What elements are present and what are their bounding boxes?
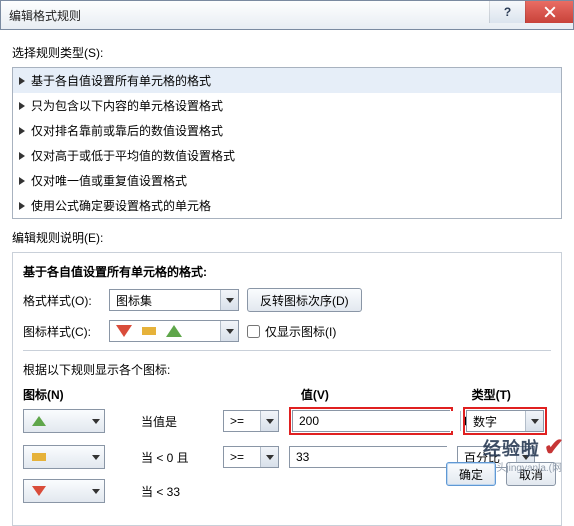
chevron-down-icon — [92, 419, 100, 424]
chevron-down-icon — [92, 489, 100, 494]
format-group-title: 基于各自值设置所有单元格的格式: — [23, 263, 551, 280]
chevron-down-icon — [260, 411, 278, 431]
value-input-wrap[interactable]: ↥ — [289, 446, 447, 468]
show-icon-only-input[interactable] — [247, 325, 260, 338]
type-combo[interactable]: 数字 — [466, 410, 544, 432]
triangle-icon — [19, 102, 25, 110]
iconset-preview — [110, 321, 220, 341]
help-button[interactable]: ? — [489, 1, 525, 23]
when-text: 当值是 — [141, 413, 213, 430]
rule-type-label: 选择规则类型(S): — [12, 44, 562, 61]
triangle-icon — [19, 202, 25, 210]
watermark: 经验啦 ✔ 头jingyanla.(网 — [483, 433, 564, 462]
show-icon-only-checkbox[interactable]: 仅显示图标(I) — [247, 323, 336, 340]
rule-type-list[interactable]: 基于各自值设置所有单元格的格式 只为包含以下内容的单元格设置格式 仅对排名靠前或… — [12, 67, 562, 219]
close-button[interactable] — [525, 1, 573, 23]
rule-type-item[interactable]: 使用公式确定要设置格式的单元格 — [13, 193, 561, 218]
rule-desc-label: 编辑规则说明(E): — [12, 229, 562, 246]
format-style-combo[interactable]: 图标集 — [109, 289, 239, 311]
bar-icon — [32, 453, 46, 461]
reverse-order-button[interactable]: 反转图标次序(D) — [247, 288, 362, 312]
triangle-icon — [19, 127, 25, 135]
window-title: 编辑格式规则 — [9, 7, 81, 24]
chevron-down-icon — [525, 411, 543, 431]
value-input[interactable] — [290, 447, 457, 467]
chevron-down-icon — [92, 455, 100, 460]
rule-type-item[interactable]: 仅对排名靠前或靠后的数值设置格式 — [13, 118, 561, 143]
icon-rule-row: 当值是 >= ↥ 数字 — [23, 407, 551, 435]
format-style-value: 图标集 — [116, 292, 152, 309]
chevron-down-icon — [260, 447, 278, 467]
header-icon: 图标(N) — [23, 386, 152, 403]
operator-combo[interactable]: >= — [223, 446, 279, 468]
bar-icon — [142, 327, 156, 335]
rule-type-item[interactable]: 基于各自值设置所有单元格的格式 — [13, 68, 561, 93]
rule-type-item[interactable]: 仅对唯一值或重复值设置格式 — [13, 168, 561, 193]
icon-style-combo[interactable] — [109, 320, 239, 342]
triangle-icon — [19, 152, 25, 160]
triangle-up-icon — [166, 325, 182, 337]
header-value: 值(V) — [301, 386, 472, 403]
icon-rules-heading: 根据以下规则显示各个图标: — [23, 361, 551, 378]
triangle-down-icon — [116, 325, 132, 337]
triangle-icon — [19, 177, 25, 185]
checkmark-icon: ✔ — [544, 433, 564, 462]
icon-picker[interactable] — [23, 409, 105, 433]
chevron-down-icon — [220, 321, 238, 341]
ok-button[interactable]: 确定 — [446, 462, 496, 486]
triangle-up-icon — [32, 416, 46, 426]
value-input[interactable] — [293, 411, 460, 431]
titlebar: 编辑格式规则 ? — [0, 0, 574, 30]
format-style-label: 格式样式(O): — [23, 292, 101, 309]
rule-type-item[interactable]: 只为包含以下内容的单元格设置格式 — [13, 93, 561, 118]
icon-picker[interactable] — [23, 445, 105, 469]
operator-combo[interactable]: >= — [223, 410, 279, 432]
when-text: 当 < 0 且 — [141, 449, 213, 466]
triangle-icon — [19, 77, 25, 85]
icon-style-label: 图标样式(C): — [23, 323, 101, 340]
icon-rules-header: 图标(N) 值(V) 类型(T) — [23, 386, 551, 403]
when-text: 当 < 33 — [141, 483, 213, 500]
triangle-down-icon — [32, 486, 46, 496]
value-input-wrap[interactable]: ↥ — [292, 410, 450, 432]
rule-type-item[interactable]: 仅对高于或低于平均值的数值设置格式 — [13, 143, 561, 168]
close-icon — [544, 6, 556, 18]
icon-picker[interactable] — [23, 479, 105, 503]
chevron-down-icon — [220, 290, 238, 310]
header-type: 类型(T) — [472, 386, 551, 403]
